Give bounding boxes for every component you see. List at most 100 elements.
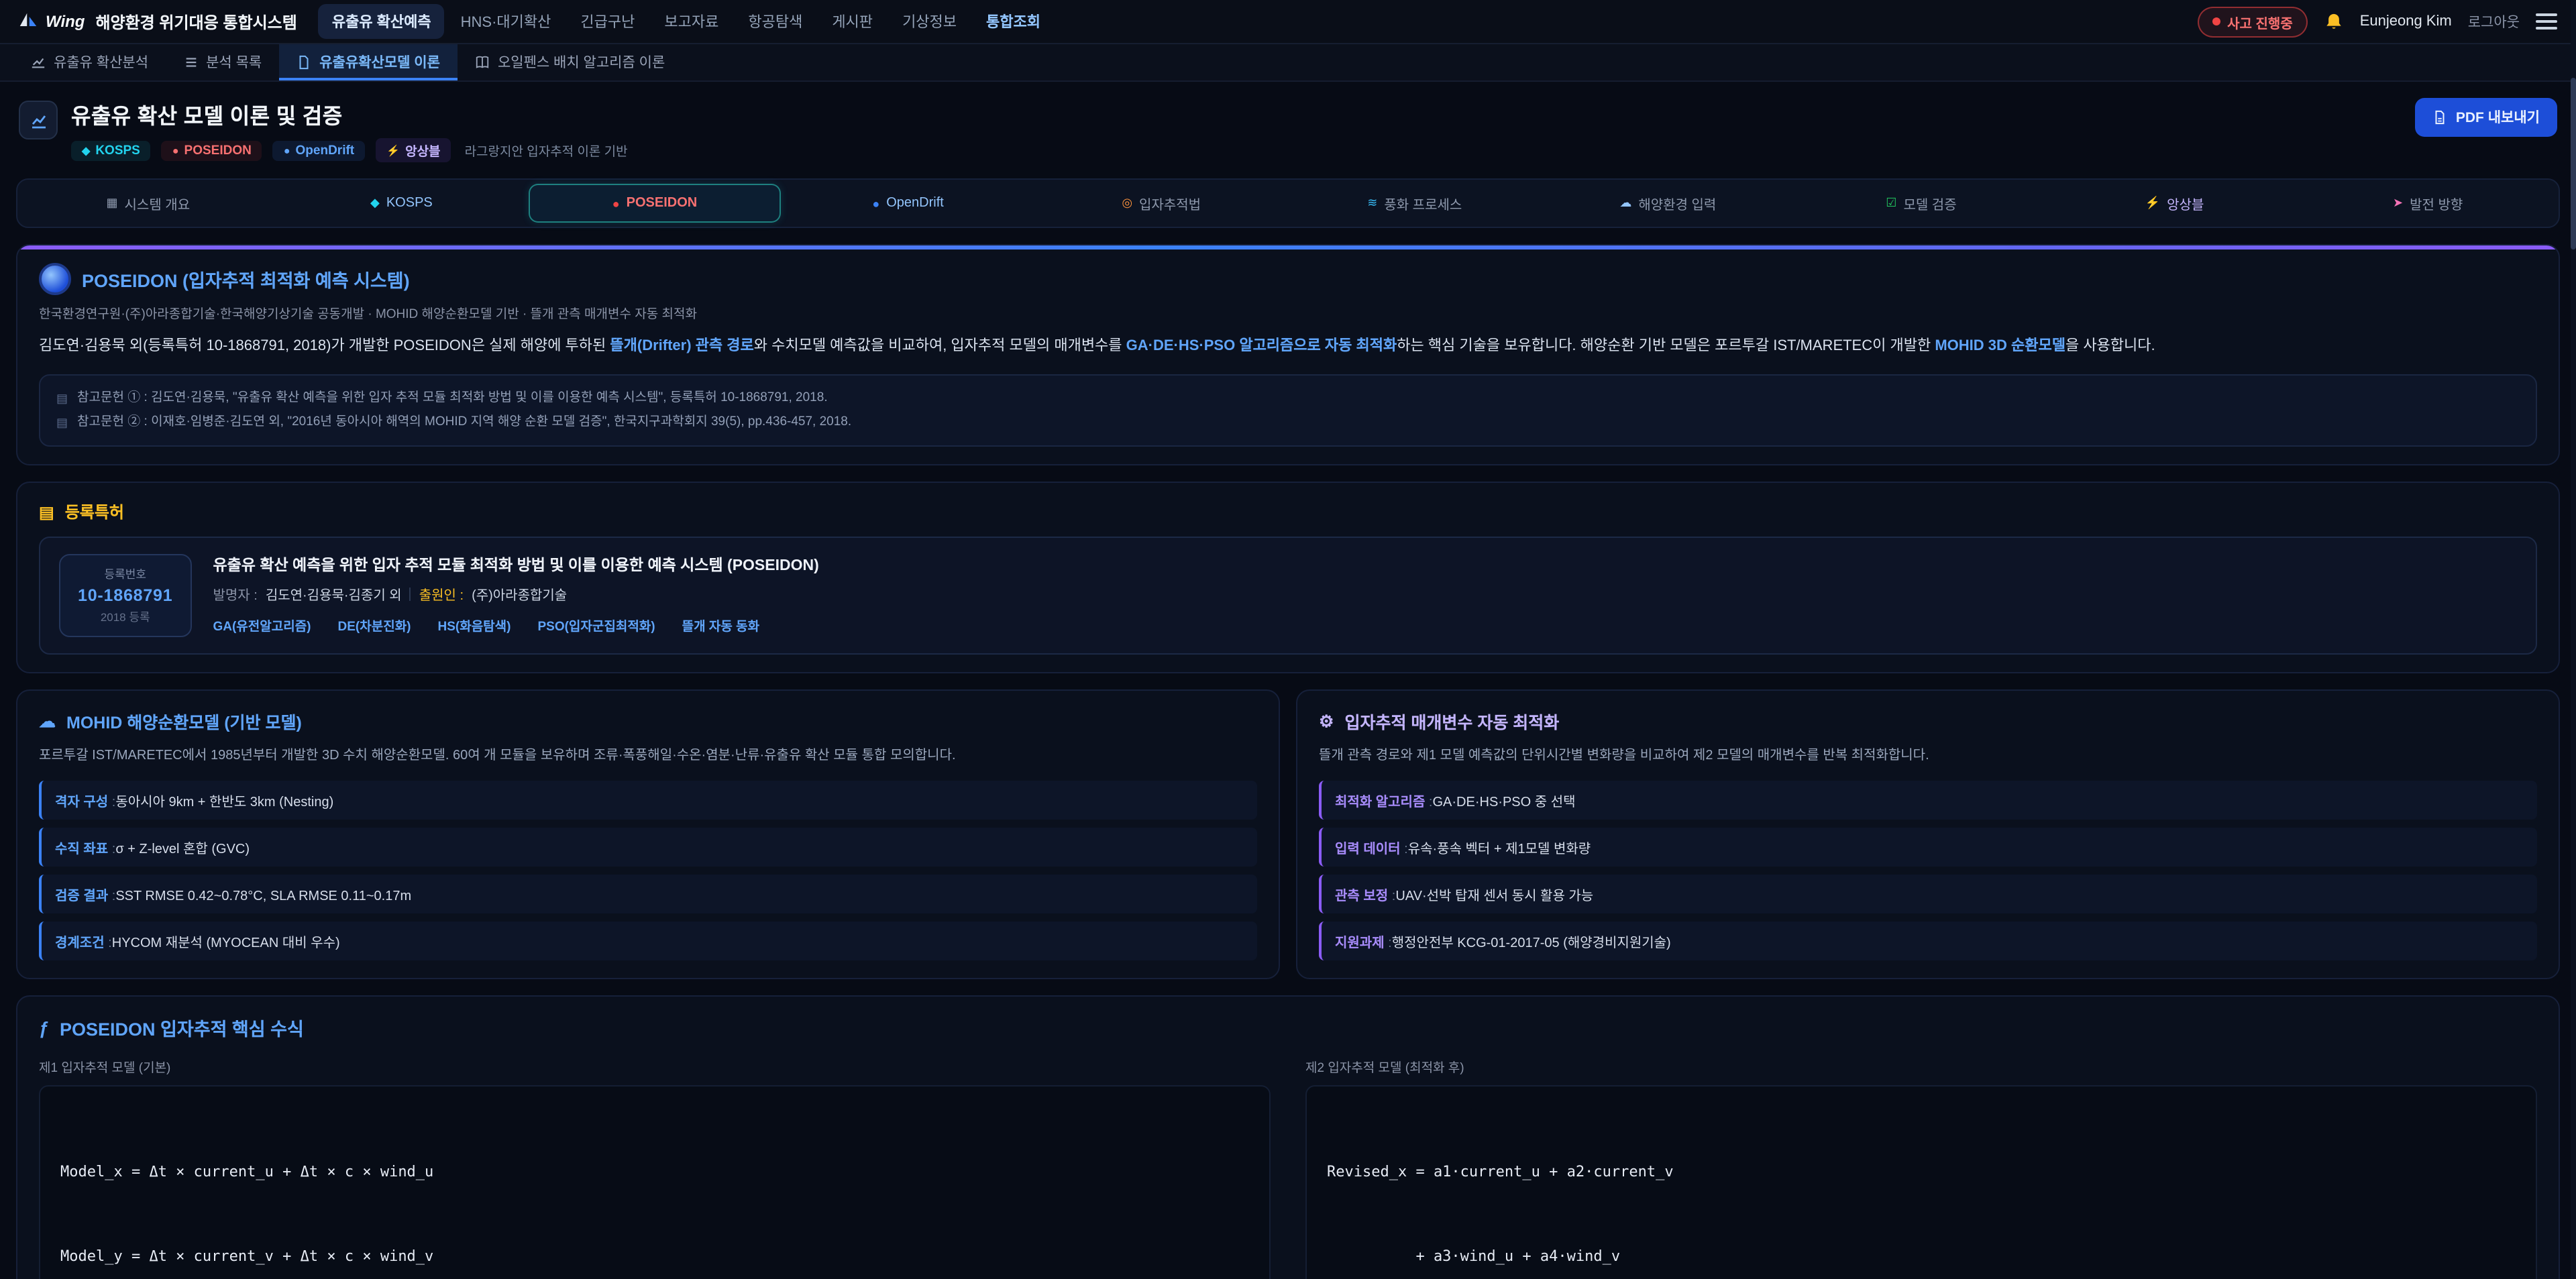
page-title: 유출유 확산 모델 이론 및 검증 bbox=[71, 98, 628, 130]
nav-item-rescue[interactable]: 긴급구난 bbox=[567, 4, 648, 39]
model1-label: 제1 입자추적 모델 (기본) bbox=[39, 1058, 1271, 1076]
page-icon-box bbox=[19, 101, 58, 140]
topnav-right: 사고 진행중 Eunjeong Kim 로그아웃 bbox=[2198, 6, 2557, 37]
cloud-icon: ☁ bbox=[39, 712, 56, 732]
nav-item-integrated-search[interactable]: 통합조회 bbox=[973, 4, 1054, 39]
dot-icon: ● bbox=[172, 144, 179, 156]
scrollbar-thumb[interactable] bbox=[2571, 78, 2576, 249]
spec-label: 수직 좌표 bbox=[55, 838, 115, 858]
tab-boom-algorithm-theory[interactable]: 오일펜스 배치 알고리즘 이론 bbox=[458, 44, 682, 80]
nav-pill-validation[interactable]: ☑ 모델 검증 bbox=[1794, 184, 2048, 223]
tab-model-theory[interactable]: 유출유확산모델 이론 bbox=[279, 44, 458, 80]
model1-code-block: Model_x = Δt × current_u + Δt × c × wind… bbox=[39, 1086, 1271, 1279]
poseidon-subtitle: 한국환경연구원·(주)아라종합기술·한국해양기상기술 공동개발 · MOHID … bbox=[39, 303, 2537, 322]
optimization-description: 뜰개 관측 경로와 제1 모델 예측값의 단위시간별 변화량을 비교하여 제2 … bbox=[1319, 745, 2537, 768]
function-icon: ƒ bbox=[39, 1018, 49, 1038]
pdf-export-label: PDF 내보내기 bbox=[2456, 107, 2540, 127]
spec-row: 관측 보정 UAV·선박 탑재 센서 동시 활용 가능 bbox=[1319, 875, 2537, 914]
poseidon-section-title: POSEIDON (입자추적 최적화 예측 시스템) bbox=[82, 266, 410, 292]
logout-button[interactable]: 로그아웃 bbox=[2468, 11, 2520, 32]
spec-label: 관측 보정 bbox=[1335, 885, 1395, 905]
mohid-description: 포르투갈 IST/MARETEC에서 1985년부터 개발한 3D 수치 해양순… bbox=[39, 745, 1257, 768]
link-hs[interactable]: HS(화음탐색) bbox=[438, 616, 511, 635]
nav-item-spill-forecast[interactable]: 유출유 확산예측 bbox=[319, 4, 445, 39]
diamond-icon: ◆ bbox=[370, 196, 380, 211]
app-logo[interactable]: Wing 해양환경 위기대응 통합시스템 bbox=[19, 10, 297, 33]
tab-spill-analysis[interactable]: 유출유 확산분석 bbox=[13, 44, 166, 80]
spec-row: 지원과제 행정안전부 KCG-01-2017-05 (해양경비지원기술) bbox=[1319, 922, 2537, 961]
link-de[interactable]: DE(차분진화) bbox=[338, 616, 411, 635]
app-title: 해양환경 위기대응 통합시스템 bbox=[95, 10, 297, 33]
wave-icon: ≋ bbox=[1367, 196, 1377, 211]
bell-icon[interactable] bbox=[2324, 11, 2344, 32]
para-highlight: 뜰개(Drifter) 관측 경로 bbox=[610, 338, 753, 354]
code-line: + a3·wind_u + a4·wind_v bbox=[1327, 1243, 2516, 1272]
reference-text: 참고문헌 ② : 이재호·임병준·김도연 외, "2016년 동아시아 해역의 … bbox=[77, 411, 851, 435]
app-window: Wing 해양환경 위기대응 통합시스템 유출유 확산예측 HNS·대기확산 긴… bbox=[0, 0, 2576, 1279]
pill-label: POSEIDON bbox=[627, 196, 698, 211]
vertical-scrollbar[interactable] bbox=[2571, 0, 2576, 1279]
patent-section-card: ▤ 등록특허 등록번호 10-1868791 2018 등록 유출유 확산 예측… bbox=[16, 482, 2560, 674]
applicant-value: (주)아라종합기술 bbox=[472, 584, 567, 604]
main-content: 유출유 확산 모델 이론 및 검증 ◆ KOSPS ● POSEIDON ● O… bbox=[0, 82, 2576, 1279]
nav-pill-weathering[interactable]: ≋ 풍화 프로세스 bbox=[1288, 184, 1542, 223]
section-nav: ▦ 시스템 개요 ◆ KOSPS ● POSEIDON ● OpenDrift … bbox=[16, 178, 2560, 228]
pdf-export-button[interactable]: PDF 내보내기 bbox=[2416, 98, 2557, 137]
nav-pill-poseidon[interactable]: ● POSEIDON bbox=[528, 184, 782, 223]
spec-value: 행정안전부 KCG-01-2017-05 (해양경비지원기술) bbox=[1392, 932, 1671, 952]
mohid-card: ☁ MOHID 해양순환모델 (기반 모델) 포르투갈 IST/MARETEC에… bbox=[16, 690, 1280, 980]
incident-label: 사고 진행중 bbox=[2227, 11, 2293, 32]
incident-dot-icon bbox=[2212, 17, 2220, 25]
link-pso[interactable]: PSO(입자군집최적화) bbox=[537, 616, 655, 635]
top-navbar: Wing 해양환경 위기대응 통합시스템 유출유 확산예측 HNS·대기확산 긴… bbox=[0, 0, 2576, 44]
nav-pill-kosps[interactable]: ◆ KOSPS bbox=[275, 184, 529, 223]
nav-item-reports[interactable]: 보고자료 bbox=[651, 4, 732, 39]
patent-title: 유출유 확산 예측을 위한 입자 추적 모듈 최적화 방법 및 이를 이용한 예… bbox=[213, 555, 818, 576]
link-ga[interactable]: GA(유전알고리즘) bbox=[213, 616, 311, 635]
spec-value: 동아시아 9km + 한반도 3km (Nesting) bbox=[115, 791, 333, 811]
nav-pill-system-overview[interactable]: ▦ 시스템 개요 bbox=[21, 184, 275, 223]
spec-label: 지원과제 bbox=[1335, 932, 1392, 952]
nav-pill-ocean-input[interactable]: ☁ 해양환경 입력 bbox=[1542, 184, 1795, 223]
tag-label: 앙상블 bbox=[405, 141, 440, 160]
para-text: 을 사용합니다. bbox=[2065, 338, 2155, 354]
logo-text: Wing bbox=[46, 12, 85, 31]
spec-label: 경계조건 bbox=[55, 932, 112, 952]
cloud-icon: ☁ bbox=[1619, 196, 1631, 211]
rocket-icon: ➤ bbox=[2393, 196, 2403, 211]
check-icon: ☑ bbox=[1886, 196, 1896, 211]
tab-label: 분석 목록 bbox=[206, 52, 262, 72]
model2-label: 제2 입자추적 모델 (최적화 후) bbox=[1305, 1058, 2537, 1076]
grid-icon: ▦ bbox=[107, 196, 118, 211]
pill-label: 모델 검증 bbox=[1903, 193, 1956, 213]
poseidon-overview-card: POSEIDON (입자추적 최적화 예측 시스템) 한국환경연구원·(주)아라… bbox=[16, 244, 2560, 466]
tab-label: 오일펜스 배치 알고리즘 이론 bbox=[498, 52, 665, 72]
nav-item-hns[interactable]: HNS·대기확산 bbox=[447, 4, 565, 39]
nav-item-weather[interactable]: 기상정보 bbox=[889, 4, 970, 39]
pill-label: OpenDrift bbox=[886, 196, 944, 211]
book-icon bbox=[475, 55, 490, 70]
nav-pill-opendrift[interactable]: ● OpenDrift bbox=[782, 184, 1035, 223]
patent-section-title-row: ▤ 등록특허 bbox=[39, 501, 2537, 524]
sub-tabbar: 유출유 확산분석 분석 목록 유출유확산모델 이론 오일펜스 배치 알고리즘 이… bbox=[0, 44, 2576, 82]
para-text: 와 수치모델 예측값을 비교하여, 입자추적 모델의 매개변수를 bbox=[754, 338, 1126, 354]
menu-icon[interactable] bbox=[2536, 13, 2557, 30]
nav-pill-future[interactable]: ➤ 발전 방향 bbox=[2301, 184, 2555, 223]
patent-meta: 발명자 : 김도연·김용묵·김종기 외 출원인 : (주)아라종합기술 bbox=[213, 584, 818, 604]
spec-label: 검증 결과 bbox=[55, 885, 115, 905]
nav-item-aerial-search[interactable]: 항공탐색 bbox=[735, 4, 816, 39]
nav-pill-ensemble[interactable]: ⚡ 앙상블 bbox=[2048, 184, 2302, 223]
dot-icon: ● bbox=[284, 144, 290, 156]
incident-status-badge[interactable]: 사고 진행중 bbox=[2198, 6, 2308, 37]
page-subtitle: 라그랑지안 입자추적 이론 기반 bbox=[465, 141, 628, 160]
nav-pill-particle-tracking[interactable]: ◎ 입자추적법 bbox=[1034, 184, 1288, 223]
user-name: Eunjeong Kim bbox=[2360, 13, 2452, 30]
nav-item-board[interactable]: 게시판 bbox=[818, 4, 886, 39]
para-text: 하는 핵심 기술을 보유합니다. 해양순환 기반 모델은 포르투갈 IST/MA… bbox=[1397, 338, 1935, 354]
registration-number: 10-1868791 bbox=[78, 587, 172, 606]
link-drifter-assimilation[interactable]: 뜰개 자동 동화 bbox=[682, 616, 759, 635]
inventor-label: 발명자 : bbox=[213, 584, 257, 604]
model2-code-block: Revised_x = a1·current_u + a2·current_v … bbox=[1305, 1086, 2537, 1279]
tab-analysis-list[interactable]: 분석 목록 bbox=[166, 44, 279, 80]
reference-2: ▤ 참고문헌 ② : 이재호·임병준·김도연 외, "2016년 동아시아 해역… bbox=[56, 411, 2520, 435]
